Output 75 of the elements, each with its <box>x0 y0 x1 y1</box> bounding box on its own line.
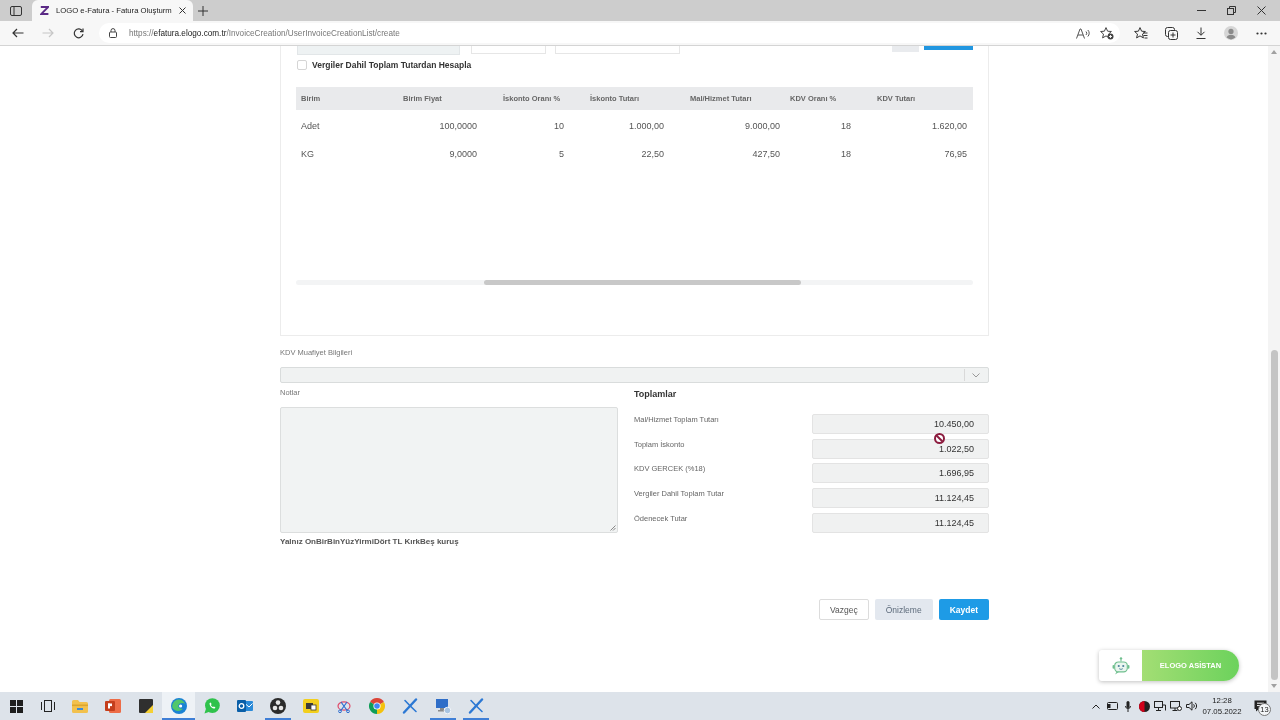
chevron-up-icon[interactable] <box>1092 703 1100 709</box>
recorder-app-icon <box>269 698 286 714</box>
close-icon[interactable] <box>1256 6 1266 15</box>
scissors-icon <box>335 699 352 713</box>
mail-app-icon <box>236 699 253 713</box>
robot-icon <box>1111 656 1130 675</box>
minimize-icon[interactable] <box>1196 10 1206 11</box>
browser-icon <box>170 698 187 714</box>
checkbox-label[interactable]: Vergiler Dahil Toplam Tutardan Hesapla <box>312 59 472 70</box>
cross-app-icon <box>467 698 484 714</box>
tab-actions-icon[interactable] <box>10 5 22 16</box>
start-icon[interactable] <box>9 699 23 713</box>
microphone-icon[interactable] <box>1125 700 1131 712</box>
app-tile-icon <box>302 699 319 713</box>
speaker-icon[interactable] <box>1186 701 1198 711</box>
total-value-field[interactable]: 11.124,45 <box>812 512 989 533</box>
total-value-field[interactable]: 11.124,45 <box>812 488 989 509</box>
restore-icon[interactable] <box>1226 6 1236 15</box>
table-cell-text: 100,0000 <box>438 120 478 133</box>
table-cell-text: 9.000,00 <box>743 120 781 133</box>
not-allowed-cursor-icon <box>934 433 945 444</box>
table-cell-text: 427,50 <box>751 148 781 161</box>
section-title: Toplamlar <box>634 388 678 400</box>
table-cell-text: KG <box>300 148 315 161</box>
cut-off-field[interactable] <box>297 46 460 55</box>
download-icon[interactable] <box>1196 27 1206 39</box>
table-cell-text: 22,50 <box>640 148 665 161</box>
browser-icon <box>368 698 385 714</box>
address-bar[interactable]: https://efatura.elogo.com.tr/InvoiceCreation/UserInvoiceCreationList/create <box>99 23 1120 43</box>
monitor-app-icon <box>434 698 451 714</box>
table-cell-text: 1.620,00 <box>930 120 968 133</box>
resize-handle-icon[interactable] <box>610 525 616 531</box>
cross-app-icon <box>401 698 418 714</box>
sticky-note-icon <box>138 699 153 713</box>
presentation-app-icon <box>104 699 121 713</box>
table-cell-text: 9,0000 <box>448 148 478 161</box>
total-value-field[interactable]: 10.450,00 <box>812 414 989 434</box>
record-app-icon[interactable] <box>1138 700 1150 712</box>
table-cell-text: 18 <box>840 148 852 161</box>
amount-in-words: Yalnız OnBirBinYüzYirmiDört TL KırkBeş kuruş <box>280 537 460 547</box>
cancel-button[interactable]: Vazgeç <box>819 599 869 620</box>
back-arrow-icon[interactable] <box>12 28 24 38</box>
site-logo-icon <box>40 6 49 15</box>
display-icon[interactable] <box>1170 701 1182 711</box>
notes-field[interactable] <box>280 407 618 533</box>
table-cell-text: 18 <box>840 120 852 133</box>
favorites-icon[interactable] <box>1134 27 1148 39</box>
star-plus-icon[interactable] <box>1100 26 1114 40</box>
table-cell-text: 1.000,00 <box>627 120 665 133</box>
table-cell-text: 5 <box>558 148 565 161</box>
avatar-icon[interactable] <box>1224 26 1238 40</box>
checkbox[interactable] <box>297 59 307 70</box>
more-icon[interactable] <box>1255 31 1267 35</box>
table-cell-text: 76,95 <box>943 148 968 161</box>
refresh-icon[interactable] <box>72 27 84 39</box>
network-icon[interactable] <box>1154 701 1166 711</box>
chevron-down-icon <box>972 372 980 378</box>
horizontal-scrollbar[interactable] <box>296 280 973 285</box>
scrollbar-thumb[interactable] <box>484 280 801 285</box>
collections-icon[interactable] <box>1164 26 1178 40</box>
folder-icon <box>71 699 88 713</box>
total-value-field[interactable]: 1.022,50 <box>812 438 989 459</box>
lock-icon <box>109 28 117 38</box>
plus-icon[interactable] <box>198 5 208 16</box>
table-cell-text: 10 <box>553 120 565 133</box>
close-icon[interactable] <box>178 7 186 14</box>
table-cell-text: Adet <box>300 120 321 133</box>
total-value-field[interactable]: 1.696,95 <box>812 463 989 484</box>
scrollbar-thumb[interactable] <box>1270 350 1278 680</box>
read-aloud-icon[interactable] <box>1076 27 1090 39</box>
chat-app-icon <box>203 698 220 714</box>
preview-button[interactable]: Önizleme <box>874 599 933 620</box>
vertical-scrollbar[interactable] <box>1268 46 1280 692</box>
task-view-icon[interactable] <box>40 700 55 712</box>
device-icon[interactable] <box>1106 702 1118 710</box>
